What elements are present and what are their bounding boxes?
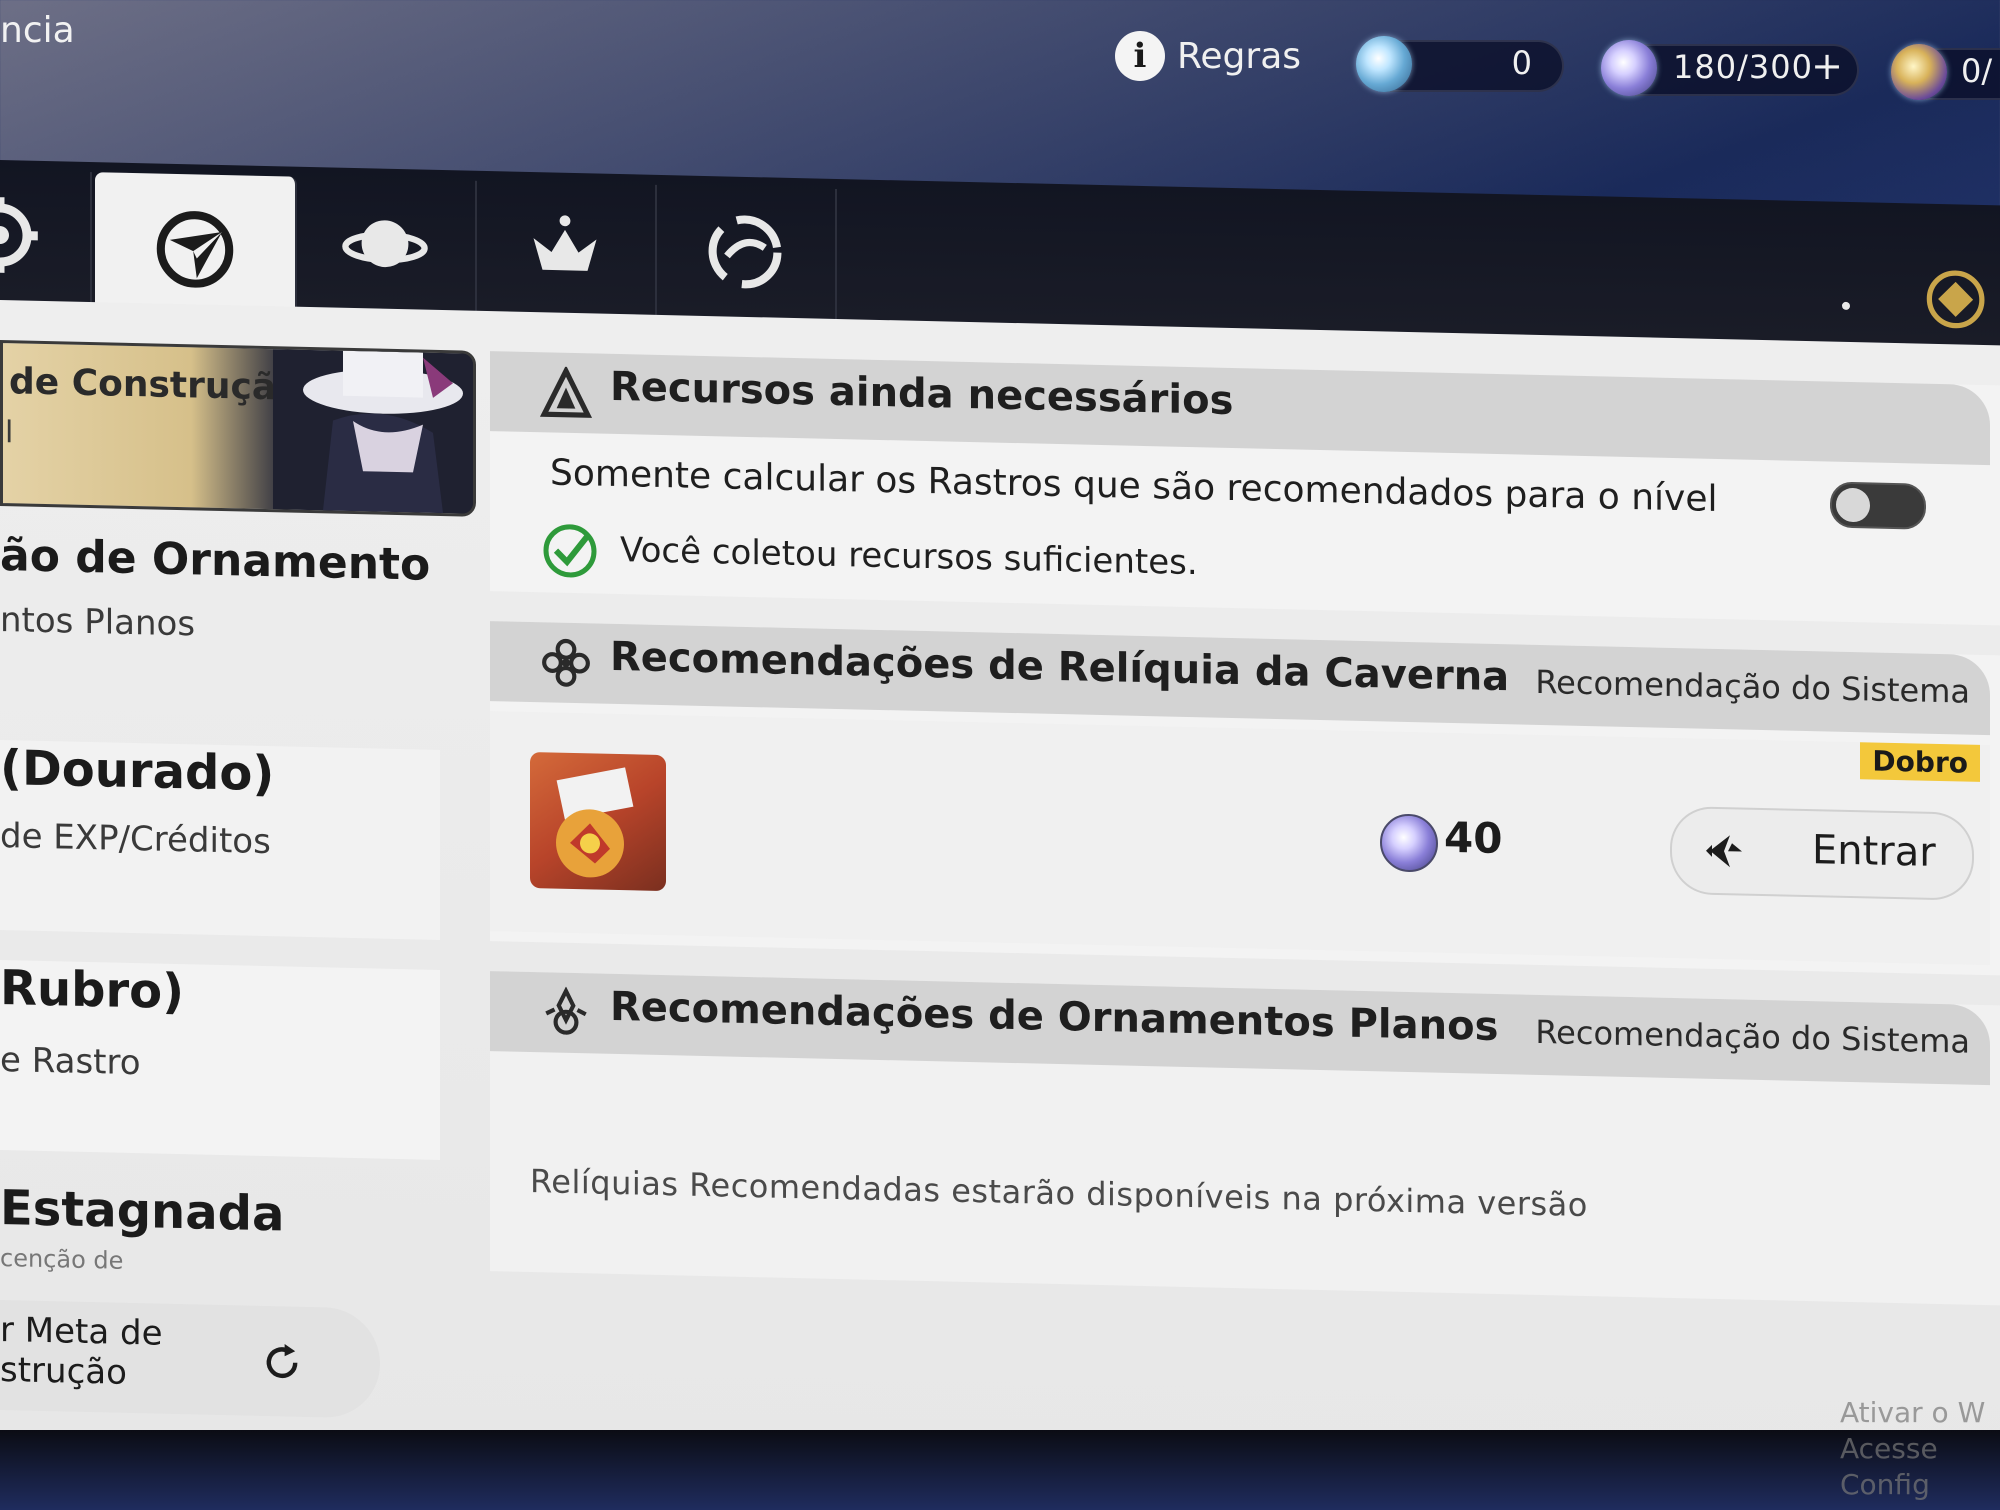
compass-icon [150,203,240,295]
main-panel: de Construção l ão de Ornamento ntos Pla… [0,300,2000,1485]
swirl-icon [700,206,790,298]
resources-title: Recursos ainda necessários [610,364,1233,424]
emblem-icon[interactable] [1915,263,2000,335]
sidebar-item-title: de Construção [9,361,301,409]
reserve-power-value: 0/ [1961,52,1992,90]
planar-unavailable-note: Relíquias Recomendadas estarão disponíve… [530,1162,1588,1224]
relic-crown-icon [520,202,610,294]
watermark-line2: Acesse Config [1840,1431,2000,1503]
tab-relic[interactable] [475,181,657,315]
character-portrait [273,349,473,514]
planar-title: Recomendações de Ornamentos Planos [610,984,1498,1050]
gear-icon [0,189,45,281]
change-build-goal-button[interactable]: r Meta de strução [0,1300,380,1419]
tab-planet[interactable] [295,177,477,311]
planar-header: Recomendações de Ornamentos Planos Recom… [490,971,1990,1085]
sidebar-item-subtitle: de EXP/Créditos [0,816,271,862]
tab-gear[interactable] [0,168,92,302]
planar-ornament-section: Recomendações de Ornamentos Planos Recom… [490,971,2000,1305]
reserve-power-icon [1891,44,1947,100]
resources-section: Recursos ainda necessários Somente calcu… [490,351,2000,625]
navigate-arrow-icon [1702,829,1746,874]
sidebar-item-subtitle: cenção de [0,1244,123,1275]
watermark-line1: Ativar o W [1840,1395,2000,1431]
build-goal-label-line1: r Meta de [0,1310,163,1354]
check-circle-icon [540,520,600,581]
reserve-power-counter: 0/ [1895,48,2000,100]
trailblaze-power-value: 180/300 [1673,48,1813,86]
sidebar-item-title: (Dourado) [0,740,274,802]
cavern-relic-section: Recomendações de Relíquia da Caverna Rec… [490,621,2000,975]
stellar-jade-counter: 0 [1360,40,1564,92]
add-power-button[interactable]: + [1811,44,1843,88]
power-cost-value: 40 [1444,813,1502,863]
stellar-jade-icon [1356,36,1412,92]
rules-label: Regras [1177,36,1301,77]
sidebar-item-crimson[interactable]: Rubro) e Rastro [0,960,440,1160]
sidebar-item-subtitle: e Rastro [0,1040,141,1083]
cavern-title: Recomendações de Relíquia da Caverna [610,634,1509,700]
trailblaze-power-icon [1601,40,1657,96]
planet-icon [340,198,430,290]
resources-status: Você coletou recursos suficientes. [620,530,1198,583]
sidebar-item-title: Estagnada [0,1180,284,1242]
info-icon: i [1115,31,1165,81]
enter-button[interactable]: Entrar [1670,806,1974,901]
enter-label: Entrar [1812,827,1936,876]
stellar-jade-value: 0 [1512,44,1532,82]
double-drop-badge: Dobro [1860,742,1980,782]
trailblaze-power-counter: 180/300 + [1605,44,1859,96]
planar-system-recommendation[interactable]: Recomendação do Sistema [1535,1013,1970,1061]
cavern-system-recommendation[interactable]: Recomendação do Sistema [1535,663,1970,711]
os-activation-watermark: Ativar o W Acesse Config [1840,1395,2000,1503]
refresh-icon [260,1340,304,1385]
sidebar-item-stagnant[interactable]: Estagnada cenção de [0,1180,440,1320]
window-title: ncia [0,10,75,51]
rules-button[interactable]: i Regras [1115,28,1301,84]
relic-thumbnail[interactable] [530,752,666,891]
sidebar-item-subtitle: ntos Planos [0,600,195,644]
cavern-recommendation-row: Dobro 40 Entrar [490,711,1990,965]
build-goal-label-line2: strução [0,1350,127,1393]
sidebar-item-title: ão de Ornamento [0,530,430,591]
relic-set-icon [530,752,666,891]
ornament-icon [540,986,592,1039]
sidebar-item-subtitle: l [5,415,13,450]
screen-bezel [0,1430,2000,1510]
resources-header: Recursos ainda necessários [490,351,1990,465]
sidebar-item-title: Rubro) [0,960,184,1020]
indicator-dot [1842,302,1850,310]
flower-icon [540,636,592,689]
sidebar-item-build-goal[interactable]: de Construção l [0,340,476,517]
trace-toggle-label: Somente calcular os Rastros que são reco… [550,452,1718,519]
top-bar: ncia i Regras 0 180/300 + 0/ [0,0,2000,150]
tab-swirl[interactable] [655,185,837,319]
toggle-knob [1836,488,1870,523]
path-icon [540,366,592,419]
trace-toggle-switch[interactable] [1830,482,1926,530]
trailblaze-power-icon [1380,813,1438,872]
sidebar-item-ornament[interactable]: ão de Ornamento ntos Planos [0,530,440,720]
sidebar-item-golden[interactable]: (Dourado) de EXP/Créditos [0,740,440,940]
